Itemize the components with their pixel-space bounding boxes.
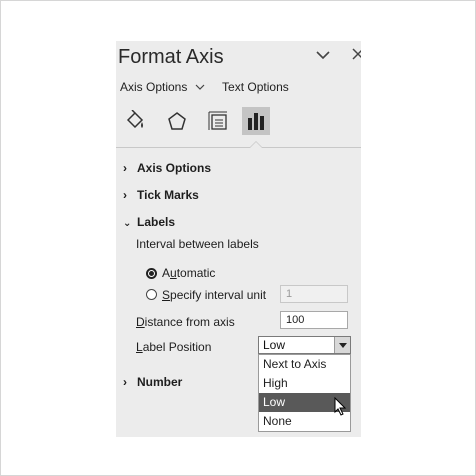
label-position-dropdown-list: Next to Axis High Low None bbox=[258, 354, 351, 432]
dropdown-option-high[interactable]: High bbox=[259, 374, 350, 393]
size-properties-icon bbox=[208, 111, 227, 130]
interval-heading: Interval between labels bbox=[136, 237, 259, 251]
automatic-label[interactable]: Automatic bbox=[162, 266, 215, 280]
dropdown-arrow-button[interactable] bbox=[334, 337, 350, 353]
fill-line-icon bbox=[126, 110, 144, 129]
pane-tabs: Axis Options Text Options bbox=[120, 80, 289, 94]
chevron-down-icon: ⌄ bbox=[123, 218, 132, 229]
dropdown-option-next-to-axis[interactable]: Next to Axis bbox=[259, 355, 350, 374]
tab-axis-options[interactable]: Axis Options bbox=[120, 80, 219, 94]
pane-title: Format Axis bbox=[118, 46, 224, 68]
screenshot-frame: Format Axis Axis Options Text Options › … bbox=[0, 0, 476, 476]
distance-from-axis-input[interactable]: 100 bbox=[280, 311, 348, 329]
chevron-right-icon: › bbox=[123, 188, 127, 202]
section-tick-marks-label: Tick Marks bbox=[137, 188, 199, 202]
section-number-label: Number bbox=[137, 375, 183, 389]
section-tick-marks[interactable]: › Tick Marks bbox=[123, 188, 199, 202]
icon-bar-divider bbox=[116, 147, 361, 148]
fill-line-button[interactable] bbox=[121, 107, 149, 135]
triangle-down-icon bbox=[338, 342, 347, 348]
effects-pentagon-icon bbox=[168, 112, 186, 130]
size-properties-button[interactable] bbox=[204, 107, 232, 135]
interval-unit-input[interactable]: 1 bbox=[280, 285, 348, 303]
effects-button[interactable] bbox=[163, 107, 191, 135]
label-position-value: Low bbox=[263, 338, 286, 352]
label-position-select[interactable]: Low bbox=[258, 336, 351, 354]
chevron-down-icon[interactable] bbox=[195, 83, 205, 91]
chevron-right-icon: › bbox=[123, 375, 127, 389]
automatic-radio[interactable] bbox=[146, 268, 157, 279]
tab-axis-options-label: Axis Options bbox=[120, 80, 188, 94]
chevron-right-icon: › bbox=[123, 161, 127, 175]
section-axis-options[interactable]: › Axis Options bbox=[123, 161, 211, 175]
chevron-down-icon bbox=[316, 51, 330, 60]
close-icon bbox=[352, 48, 361, 60]
section-labels[interactable]: ⌄ Labels bbox=[123, 215, 175, 229]
distance-from-axis-label: Distance from axis bbox=[136, 315, 235, 329]
mouse-pointer-icon bbox=[334, 397, 347, 416]
pane-options-button[interactable] bbox=[316, 47, 330, 65]
format-axis-pane: Format Axis Axis Options Text Options › … bbox=[116, 41, 361, 437]
section-number[interactable]: › Number bbox=[123, 375, 182, 389]
specify-interval-label[interactable]: Specify interval unit bbox=[162, 288, 266, 302]
axis-options-bars-icon bbox=[248, 113, 264, 130]
section-axis-options-label: Axis Options bbox=[137, 161, 212, 175]
label-position-label: Label Position bbox=[136, 340, 212, 354]
specify-interval-radio[interactable] bbox=[146, 289, 157, 300]
tab-text-options-label: Text Options bbox=[222, 80, 289, 94]
active-tab-notch-inner bbox=[250, 142, 262, 148]
close-pane-button[interactable] bbox=[352, 47, 361, 65]
section-labels-label: Labels bbox=[137, 215, 176, 229]
tab-text-options[interactable]: Text Options bbox=[222, 80, 289, 94]
axis-options-button[interactable] bbox=[242, 107, 270, 135]
